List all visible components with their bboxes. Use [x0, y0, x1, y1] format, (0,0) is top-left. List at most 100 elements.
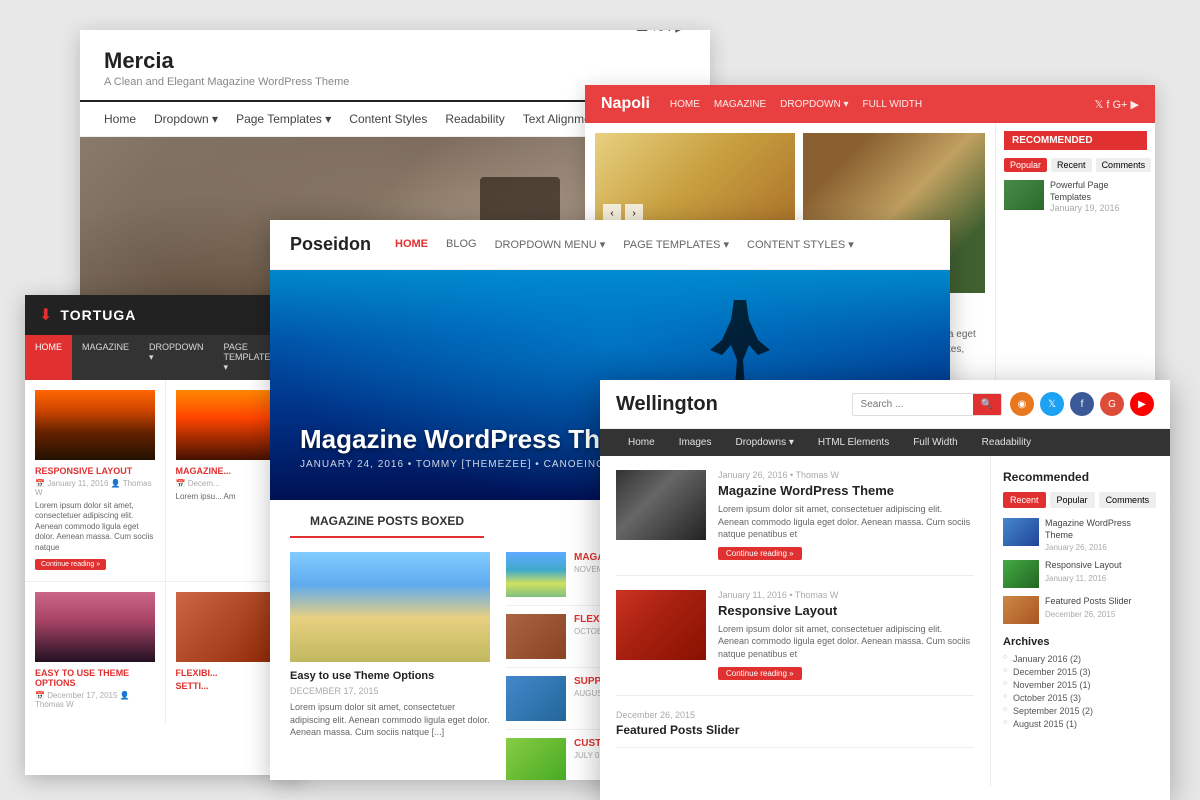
- poseidon-nav-content[interactable]: CONTENT STYLES ▾: [747, 238, 854, 251]
- tortuga-post1-meta: 📅 January 11, 2016 👤 Thomas W: [35, 479, 155, 497]
- poseidon-sidebar-img-1: [506, 552, 566, 597]
- wellington-article2-title: Responsive Layout: [718, 603, 974, 618]
- youtube-icon[interactable]: ▶: [1130, 392, 1154, 416]
- napoli-nav-items: HOME MAGAZINE DROPDOWN ▾ FULL WIDTH: [670, 99, 1095, 110]
- wellington-rec-title-1: Magazine WordPress Theme: [1045, 518, 1158, 541]
- wellington-tab-comments[interactable]: Comments: [1099, 492, 1157, 508]
- wellington-search-input[interactable]: [853, 395, 973, 414]
- napoli-tabs: Popular Recent Comments: [1004, 158, 1147, 172]
- napoli-rec-header: RECOMMENDED: [1004, 131, 1147, 150]
- googleplus-icon[interactable]: G: [1100, 392, 1124, 416]
- tortuga-nav: HOME MAGAZINE DROPDOWN ▾ PAGE TEMPLATES …: [25, 335, 305, 380]
- wellington-article2-image: [616, 590, 706, 660]
- rss-icon[interactable]: ◉: [1010, 392, 1034, 416]
- napoli-rec-content-1: Powerful Page Templates January 19, 2016: [1050, 180, 1147, 215]
- wellington-rec-img-1: [1003, 518, 1039, 546]
- poseidon-nav-templates[interactable]: PAGE TEMPLATES ▾: [623, 238, 729, 251]
- wellington-search-button[interactable]: 🔍: [973, 394, 1001, 415]
- wellington-logo: Wellington: [616, 393, 852, 416]
- poseidon-hero-title: Magazine WordPress The...: [300, 424, 651, 455]
- wellington-nav-dropdowns[interactable]: Dropdowns ▾: [723, 429, 805, 456]
- wellington-rec-date-3: December 26, 2015: [1045, 610, 1132, 619]
- wellington-sidebar: Recommended Recent Popular Comments Maga…: [990, 456, 1170, 786]
- wellington-read-more-2[interactable]: Continue reading »: [718, 667, 802, 680]
- wellington-search-box[interactable]: 🔍: [852, 393, 1002, 416]
- mercia-nav-readability[interactable]: Readability: [445, 112, 504, 126]
- wellington-article2-text: Lorem ipsum dolor sit amet, consectetuer…: [718, 623, 974, 661]
- wellington-article-2: January 11, 2016 • Thomas W Responsive L…: [616, 590, 974, 696]
- wellington-rec-item-3: Featured Posts Slider December 26, 2015: [1003, 596, 1158, 624]
- wellington-nav-home[interactable]: Home: [616, 429, 667, 456]
- wellington-featured-title: Featured Posts Slider: [616, 723, 974, 737]
- wellington-rec-title-3: Featured Posts Slider: [1045, 596, 1132, 608]
- wellington-article1-image: [616, 470, 706, 540]
- facebook-icon[interactable]: f: [1070, 392, 1094, 416]
- mercia-nav-content[interactable]: Content Styles: [349, 112, 427, 126]
- tortuga-post1-title: RESPONSIVE LAYOUT: [35, 466, 155, 476]
- wellington-archive-aug2015[interactable]: August 2015 (1): [1003, 719, 1158, 729]
- poseidon-nav-home[interactable]: HOME: [395, 238, 428, 251]
- wellington-nav-html[interactable]: HTML Elements: [806, 429, 901, 456]
- wellington-rec-content-1: Magazine WordPress Theme January 26, 201…: [1045, 518, 1158, 552]
- tortuga-post-3: EASY TO USE THEME OPTIONS 📅 December 17,…: [25, 582, 165, 723]
- poseidon-nav-dropdown[interactable]: DROPDOWN MENU ▾: [495, 238, 606, 251]
- mercia-nav-page-templates[interactable]: Page Templates ▾: [236, 112, 331, 126]
- poseidon-header: Poseidon HOME BLOG DROPDOWN MENU ▾ PAGE …: [270, 220, 950, 270]
- wellington-read-more-1[interactable]: Continue reading »: [718, 547, 802, 560]
- poseidon-section-title: MAGAZINE POSTS BOXED: [290, 500, 484, 538]
- napoli-nav-dropdown[interactable]: DROPDOWN ▾: [780, 99, 848, 110]
- wellington-archive-dec2015[interactable]: December 2015 (3): [1003, 667, 1158, 677]
- tortuga-post3-meta: 📅 December 17, 2015 👤 Thomas W: [35, 691, 155, 709]
- wellington-article1-content: January 26, 2016 • Thomas W Magazine Wor…: [718, 470, 974, 561]
- wellington-archive-sep2015[interactable]: September 2015 (2): [1003, 706, 1158, 716]
- wellington-archives: Archives January 2016 (2) December 2015 …: [1003, 636, 1158, 729]
- napoli-logo: Napoli: [601, 95, 650, 113]
- poseidon-main-post: Easy to use Theme Options DECEMBER 17, 2…: [290, 552, 490, 780]
- napoli-nav-social: 𝕏 f G+ ▶: [1094, 98, 1139, 111]
- mercia-title: Mercia: [104, 48, 686, 74]
- poseidon-hero-text: Magazine WordPress The... JANUARY 24, 20…: [300, 424, 651, 470]
- poseidon-hero-meta: JANUARY 24, 2016 • TOMMY [THEMEZEE] • CA…: [300, 459, 651, 470]
- wellington-recommended-title: Recommended: [1003, 470, 1158, 484]
- napoli-tab-popular[interactable]: Popular: [1004, 158, 1047, 172]
- wellington-tab-popular[interactable]: Popular: [1050, 492, 1095, 508]
- wellington-nav-readability[interactable]: Readability: [970, 429, 1043, 456]
- tortuga-post1-text: Lorem ipsum dolor sit amet, consectetuer…: [35, 501, 155, 553]
- poseidon-sidebar-img-3: [506, 676, 566, 721]
- wellington-article2-content: January 11, 2016 • Thomas W Responsive L…: [718, 590, 974, 681]
- wellington-article1-text: Lorem ipsum dolor sit amet, consectetuer…: [718, 503, 974, 541]
- wellington-nav-fullwidth[interactable]: Full Width: [901, 429, 969, 456]
- poseidon-nav-blog[interactable]: BLOG: [446, 238, 477, 251]
- wellington-tab-recent[interactable]: Recent: [1003, 492, 1046, 508]
- tortuga-nav-dropdown[interactable]: DROPDOWN ▾: [139, 335, 214, 380]
- tortuga-post-1: RESPONSIVE LAYOUT 📅 January 11, 2016 👤 T…: [25, 380, 165, 581]
- napoli-nav-fullwidth[interactable]: FULL WIDTH: [862, 99, 922, 110]
- wellington-rec-img-3: [1003, 596, 1039, 624]
- wellington-archive-nov2015[interactable]: November 2015 (1): [1003, 680, 1158, 690]
- tortuga-post3-title: EASY TO USE THEME OPTIONS: [35, 668, 155, 688]
- wellington-rec-date-2: January 11, 2016: [1045, 574, 1122, 583]
- poseidon-logo: Poseidon: [290, 234, 371, 255]
- wellington-nav-images[interactable]: Images: [667, 429, 724, 456]
- tortuga-nav-home[interactable]: HOME: [25, 335, 72, 380]
- wellington-article2-meta: January 11, 2016 • Thomas W: [718, 590, 974, 600]
- napoli-nav-home[interactable]: HOME: [670, 99, 700, 110]
- tortuga-read-more-1[interactable]: Continue reading »: [35, 559, 106, 570]
- napoli-rec-item-1: Powerful Page Templates January 19, 2016: [1004, 180, 1147, 215]
- napoli-tab-recent[interactable]: Recent: [1051, 158, 1092, 172]
- wellington-header-icons: ◉ 𝕏 f G ▶: [1010, 392, 1154, 416]
- wellington-archive-jan2016[interactable]: January 2016 (2): [1003, 654, 1158, 664]
- tortuga-logo-icon: ⬇: [39, 305, 52, 325]
- mercia-nav-dropdown[interactable]: Dropdown ▾: [154, 112, 218, 126]
- wellington-archive-oct2015[interactable]: October 2015 (3): [1003, 693, 1158, 703]
- poseidon-sidebar-img-2: [506, 614, 566, 659]
- wellington-nav: Home Images Dropdowns ▾ HTML Elements Fu…: [600, 429, 1170, 456]
- twitter-icon[interactable]: 𝕏: [1040, 392, 1064, 416]
- wellington-rec-item-1: Magazine WordPress Theme January 26, 201…: [1003, 518, 1158, 552]
- napoli-rec-date-1: January 19, 2016: [1050, 203, 1147, 215]
- napoli-tab-comments[interactable]: Comments: [1096, 158, 1152, 172]
- mercia-nav-home[interactable]: Home: [104, 112, 136, 126]
- tortuga-nav-magazine[interactable]: MAGAZINE: [72, 335, 139, 380]
- napoli-nav-magazine[interactable]: MAGAZINE: [714, 99, 766, 110]
- wellington-header: Wellington 🔍 ◉ 𝕏 f G ▶: [600, 380, 1170, 429]
